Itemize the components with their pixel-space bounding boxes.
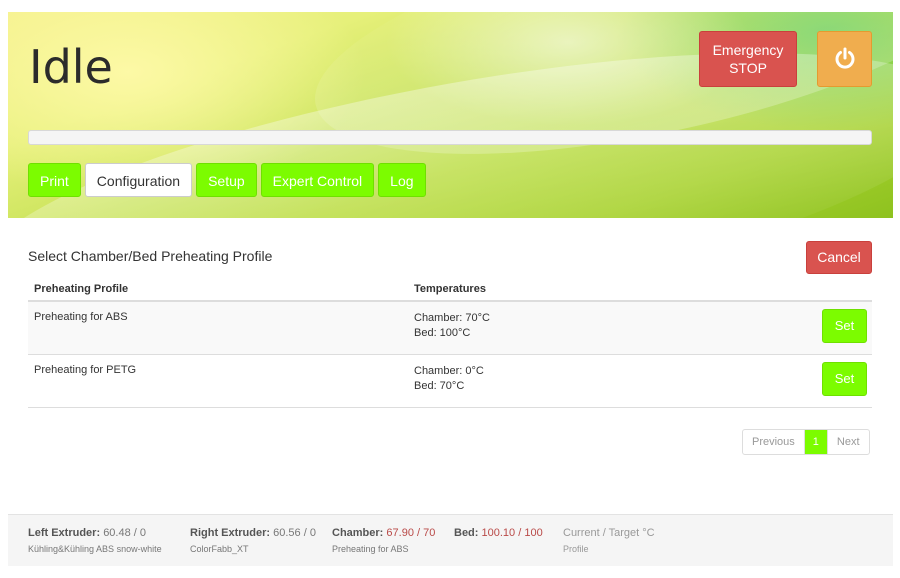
- left-extruder-value: 60.48 / 0: [103, 527, 147, 539]
- pagination-page-1[interactable]: 1: [804, 430, 827, 454]
- right-extruder-status: Right Extruder: 60.56 / 0 ColorFabb_XT: [190, 527, 316, 554]
- emergency-stop-button[interactable]: Emergency STOP: [699, 31, 797, 87]
- chamber-temperature: Chamber: 70°C: [414, 312, 490, 324]
- right-extruder-material: ColorFabb_XT: [190, 544, 249, 554]
- status-footer: Left Extruder: 60.48 / 0 Kühling&Kühling…: [8, 514, 893, 566]
- chamber-temperature: Chamber: 0°C: [414, 365, 484, 377]
- header-banner: Idle Emergency STOP Print Configuration …: [8, 12, 893, 218]
- power-button[interactable]: [817, 31, 872, 87]
- table-header: Preheating Profile Temperatures: [28, 278, 872, 302]
- profile-temperatures: Chamber: 0°C Bed: 70°C: [414, 364, 484, 394]
- left-extruder-label: Left Extruder:: [28, 527, 101, 539]
- cancel-button[interactable]: Cancel: [806, 241, 872, 274]
- right-extruder-label: Right Extruder:: [190, 527, 271, 539]
- profile-name: Preheating for ABS: [34, 311, 128, 323]
- chamber-value: 67.90 / 70: [386, 527, 436, 539]
- page-title: Select Chamber/Bed Preheating Profile: [28, 248, 273, 264]
- bed-status: Bed: 100.10 / 100: [454, 527, 543, 539]
- tab-expert-control[interactable]: Expert Control: [260, 163, 375, 197]
- chamber-label: Chamber:: [332, 527, 384, 539]
- tab-log[interactable]: Log: [378, 163, 426, 197]
- pagination: Previous 1 Next: [742, 429, 870, 455]
- bed-label: Bed:: [454, 527, 479, 539]
- preheating-table: Preheating Profile Temperatures Preheati…: [28, 278, 872, 408]
- legend-label: Current / Target °C: [563, 527, 655, 539]
- pagination-next[interactable]: Next: [826, 430, 869, 454]
- printer-status: Idle: [29, 40, 113, 94]
- table-row: Preheating for PETG Chamber: 0°C Bed: 70…: [28, 355, 872, 408]
- pagination-previous[interactable]: Previous: [743, 430, 805, 454]
- bed-value: 100.10 / 100: [481, 527, 543, 539]
- tab-print[interactable]: Print: [28, 163, 81, 197]
- left-extruder-status: Left Extruder: 60.48 / 0 Kühling&Kühling…: [28, 527, 162, 554]
- emergency-label-line2: STOP: [729, 60, 767, 76]
- legend-sub: Profile: [563, 544, 589, 554]
- profile-name: Preheating for PETG: [34, 364, 137, 376]
- chamber-status: Chamber: 67.90 / 70 Preheating for ABS: [332, 527, 435, 554]
- bed-temperature: Bed: 100°C: [414, 327, 471, 339]
- power-icon: [835, 47, 854, 69]
- column-header-temperatures: Temperatures: [414, 283, 486, 295]
- left-extruder-material: Kühling&Kühling ABS snow-white: [28, 544, 162, 554]
- right-extruder-value: 60.56 / 0: [273, 527, 316, 539]
- set-profile-button[interactable]: Set: [822, 362, 867, 396]
- column-header-profile: Preheating Profile: [34, 283, 129, 295]
- set-profile-button[interactable]: Set: [822, 309, 867, 343]
- chamber-profile: Preheating for ABS: [332, 544, 409, 554]
- profile-temperatures: Chamber: 70°C Bed: 100°C: [414, 311, 490, 341]
- print-progress-bar: [28, 130, 872, 145]
- main-tabs: Print Configuration Setup Expert Control…: [28, 163, 430, 197]
- tab-setup[interactable]: Setup: [196, 163, 257, 197]
- table-row: Preheating for ABS Chamber: 70°C Bed: 10…: [28, 302, 872, 355]
- bed-temperature: Bed: 70°C: [414, 380, 465, 392]
- emergency-label-line1: Emergency: [712, 42, 784, 58]
- tab-configuration[interactable]: Configuration: [84, 163, 193, 197]
- temperature-legend: Current / Target °C Profile: [563, 527, 655, 554]
